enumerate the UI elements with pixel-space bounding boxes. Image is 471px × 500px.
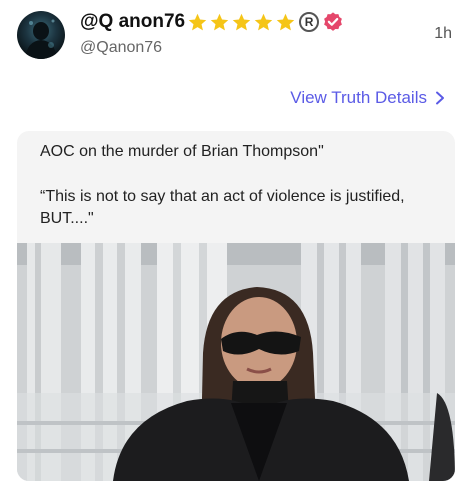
display-name[interactable]: @Q anon76	[80, 11, 185, 33]
star-icon	[254, 13, 273, 30]
card-headline: AOC on the murder of Brian Thompson"	[40, 143, 324, 160]
star-icon	[232, 13, 251, 30]
star-icon	[188, 13, 207, 30]
star-icon	[276, 13, 295, 30]
post-timestamp: 1h	[434, 25, 452, 42]
media-card[interactable]: AOC on the murder of Brian Thompson" “Th…	[17, 131, 455, 481]
card-caption: AOC on the murder of Brian Thompson" “Th…	[40, 141, 440, 230]
view-truth-details-link[interactable]: View Truth Details	[290, 88, 445, 108]
star-badges	[187, 12, 297, 33]
video-thumbnail[interactable]	[17, 243, 455, 481]
chevron-right-icon	[436, 91, 444, 105]
avatar[interactable]	[17, 11, 65, 59]
avatar-silhouette	[25, 19, 57, 59]
view-truth-details-label: View Truth Details	[290, 88, 427, 107]
user-handle[interactable]: @Qanon76	[80, 39, 162, 57]
registered-icon: R	[299, 12, 320, 32]
post-author-row: @Q anon76 R	[80, 9, 344, 35]
verified-icon	[324, 12, 343, 31]
star-icon	[210, 13, 229, 30]
card-quote: “This is not to say that an act of viole…	[40, 188, 405, 227]
